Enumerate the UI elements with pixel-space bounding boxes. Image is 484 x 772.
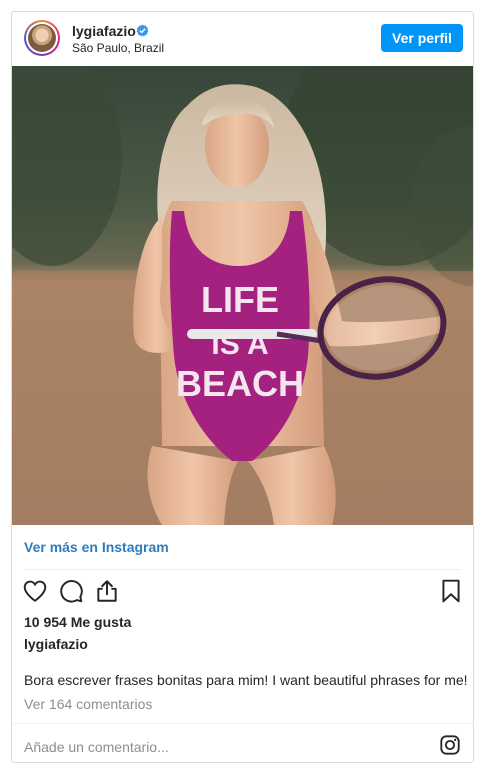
swimsuit-text-line1: LIFE <box>201 279 279 320</box>
view-profile-button[interactable]: Ver perfil <box>381 24 463 52</box>
verified-badge-icon <box>136 24 149 37</box>
divider <box>12 723 473 724</box>
likes-count[interactable]: 10 954 Me gusta <box>24 614 131 630</box>
username[interactable]: lygiafazio <box>72 23 136 39</box>
post-photo[interactable]: LIFE IS A BEACH <box>12 66 473 525</box>
avatar[interactable] <box>24 20 60 56</box>
caption-username[interactable]: lygiafazio <box>24 636 88 652</box>
divider <box>24 569 461 570</box>
bookmark-icon[interactable] <box>438 578 464 604</box>
photo-illustration: LIFE IS A BEACH <box>12 66 473 525</box>
view-more-link[interactable]: Ver más en Instagram <box>24 539 169 555</box>
comment-icon[interactable] <box>58 578 84 604</box>
instagram-embed-card: lygiafazio São Paulo, Brazil Ver perfil <box>11 11 474 763</box>
location-label[interactable]: São Paulo, Brazil <box>72 41 164 55</box>
swimsuit-text-line3: BEACH <box>176 363 304 404</box>
post-header: lygiafazio São Paulo, Brazil Ver perfil <box>12 12 473 66</box>
post-caption: Bora escrever frases bonitas para mim! I… <box>24 672 468 688</box>
heart-icon[interactable] <box>22 578 48 604</box>
action-bar <box>12 576 473 612</box>
view-comments-link[interactable]: Ver 164 comentarios <box>24 696 152 712</box>
add-comment-field[interactable]: Añade un comentario... <box>24 739 169 755</box>
swimsuit-text-line2: IS A <box>211 328 268 361</box>
instagram-logo-icon[interactable] <box>439 734 461 756</box>
share-icon[interactable] <box>94 578 120 604</box>
